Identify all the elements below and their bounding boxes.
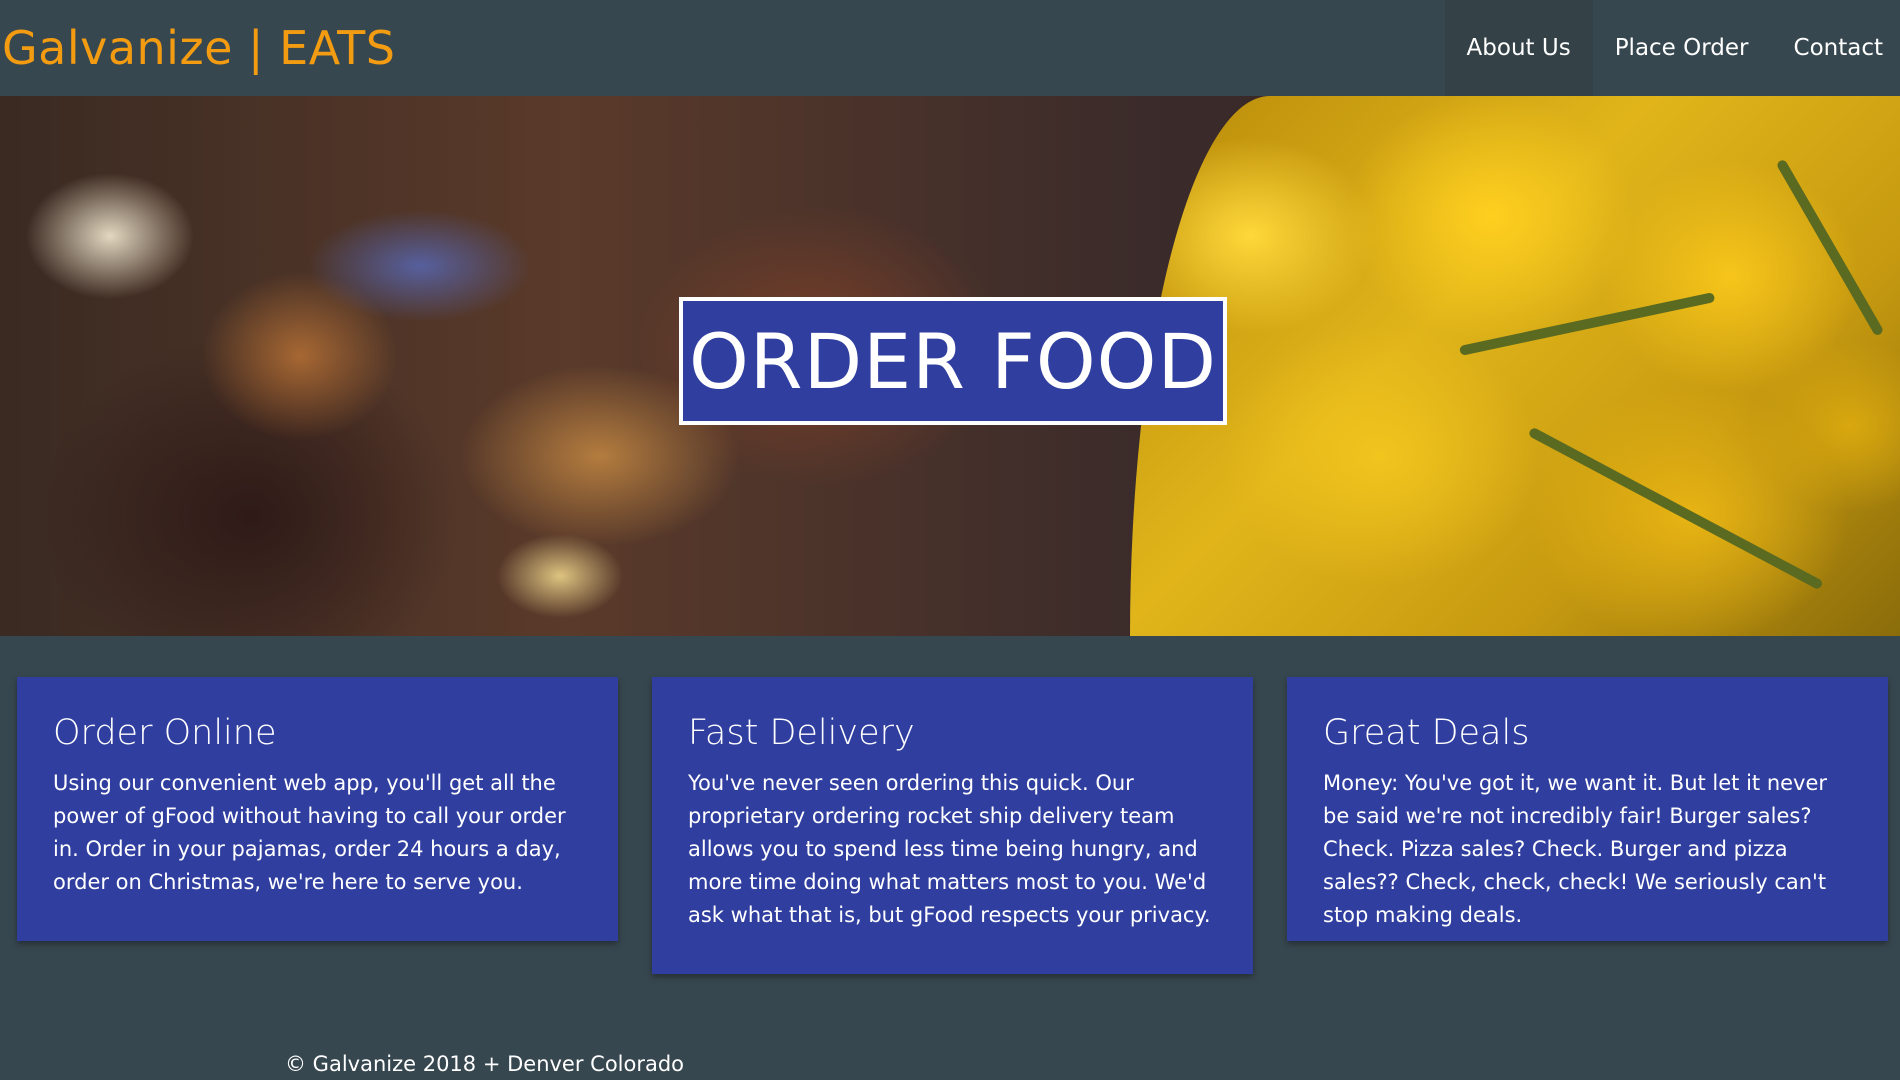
card-order-online: Order Online Using our convenient web ap… [17,677,618,941]
nav-link-contact[interactable]: Contact [1771,0,1900,96]
card-text: Using our convenient web app, you'll get… [53,771,566,894]
card-title: Fast Delivery [688,713,915,753]
card-title: Great Deals [1323,713,1530,753]
nav-link-place-order[interactable]: Place Order [1593,0,1771,96]
brand-logo[interactable]: Galvanize | EATS [0,0,395,96]
card-fast-delivery: Fast Delivery You've never seen ordering… [652,677,1253,974]
card-title: Order Online [53,713,277,753]
nav-link-about-us[interactable]: About Us [1444,0,1593,96]
hero-title: ORDER FOOD [688,316,1217,406]
footer-copyright: © Galvanize 2018 + Denver Colorado [285,1052,685,1076]
top-navbar: Galvanize | EATS About Us Place Order Co… [0,0,1900,96]
card-text: Money: You've got it, we want it. But le… [1323,771,1828,927]
hero-banner: ORDER FOOD [0,96,1900,636]
card-great-deals: Great Deals Money: You've got it, we wan… [1287,677,1888,941]
card-text: You've never seen ordering this quick. O… [688,771,1211,927]
nav-links: About Us Place Order Contact [1444,0,1900,96]
hero-title-box: ORDER FOOD [679,297,1227,425]
